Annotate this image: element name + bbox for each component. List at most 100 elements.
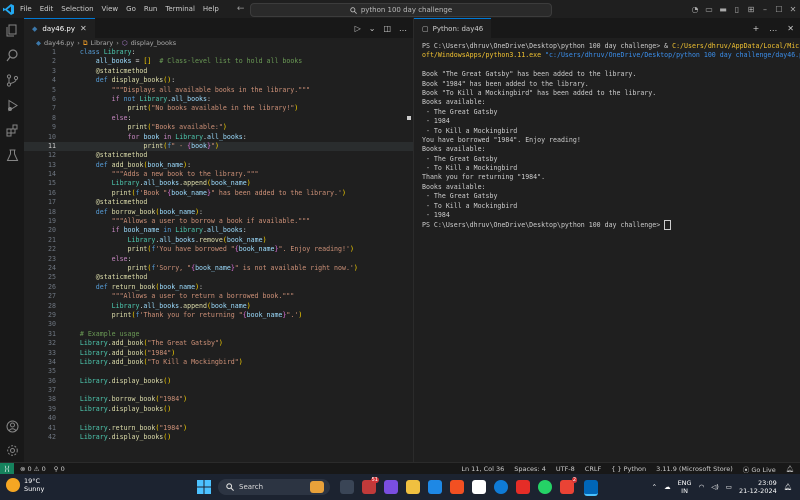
account-icon[interactable] xyxy=(0,414,24,439)
search-icon[interactable] xyxy=(0,43,24,68)
code-line: 6 if not Library.all_books: xyxy=(52,94,211,103)
command-center-search[interactable]: python 100 day challenge xyxy=(250,3,552,17)
notification-badge: 51 xyxy=(370,477,379,483)
python-interpreter[interactable]: 3.11.9 (Microsoft Store) xyxy=(656,465,733,473)
vscode-taskbar-icon[interactable] xyxy=(584,480,598,496)
terminal-tab[interactable]: ▢ Python: day46 xyxy=(414,17,492,39)
breadcrumb-method[interactable]: display_books xyxy=(131,39,177,47)
close-window-button[interactable]: ✕ xyxy=(786,5,800,14)
whatsapp-icon[interactable] xyxy=(538,480,552,494)
terminal-output[interactable]: PS C:\Users\dhruv\OneDrive\Desktop\pytho… xyxy=(422,42,800,231)
onedrive-icon[interactable]: ☁ xyxy=(664,483,671,491)
menu-selection[interactable]: Selection xyxy=(61,5,93,13)
problems-indicator[interactable]: ⊗ 0 ⚠ 0 xyxy=(20,465,46,473)
windows-start-icon[interactable] xyxy=(196,479,212,495)
copilot-app-icon[interactable] xyxy=(384,480,398,494)
remote-indicator-icon[interactable]: ⟩⟨ xyxy=(0,463,14,474)
source-control-icon[interactable] xyxy=(0,68,24,93)
settings-gear-icon[interactable] xyxy=(0,438,24,463)
extensions-icon[interactable] xyxy=(0,118,24,143)
battery-icon[interactable]: ▭ xyxy=(726,483,732,491)
system-tray: ⌃ ☁ ENG IN ◠ ◁) ▭ 23:09 21-12-2024 🔔︎ xyxy=(652,474,792,500)
code-line: 34 Library.add_book("To Kill a Mockingbi… xyxy=(48,357,243,366)
notification-center-icon[interactable]: 🔔︎ xyxy=(784,483,792,491)
show-hidden-icons[interactable]: ⌃ xyxy=(652,483,657,491)
search-label: python 100 day challenge xyxy=(360,6,453,14)
terminal-cursor xyxy=(664,220,672,231)
toggle-secondary-sidebar-icon[interactable]: ▯ xyxy=(730,5,744,14)
more-actions-icon[interactable]: … xyxy=(399,24,407,33)
edge-icon[interactable] xyxy=(494,480,508,494)
weather-widget[interactable]: 19°C Sunny xyxy=(6,477,44,493)
language-mode[interactable]: { } Python xyxy=(611,465,646,473)
tab-day46[interactable]: ◆ day46.py ✕ xyxy=(24,18,95,38)
menu-view[interactable]: View xyxy=(102,5,119,13)
menu-terminal[interactable]: Terminal xyxy=(165,5,195,13)
menu-run[interactable]: Run xyxy=(144,5,157,13)
chrome-icon[interactable] xyxy=(472,480,486,494)
prompt: PS C:\Users\dhruv\OneDrive\Desktop\pytho… xyxy=(422,42,661,50)
microsoft-365-icon[interactable] xyxy=(450,480,464,494)
code-line: 14 """Adds a new book to the library.""" xyxy=(48,170,259,179)
indentation[interactable]: Spaces: 4 xyxy=(514,465,546,473)
menu-edit[interactable]: Edit xyxy=(40,5,54,13)
ports-indicator[interactable]: ⚲ 0 xyxy=(54,465,65,473)
run-python-file-icon[interactable]: ▷ xyxy=(355,24,361,33)
output-line: You have borrowed "1984". Enjoy reading! xyxy=(422,135,581,144)
outlook-icon[interactable] xyxy=(428,480,442,494)
python-exe-path: C:/Users/dhruv/AppData/Local/Micros xyxy=(672,42,800,50)
gmail-icon[interactable]: 2 xyxy=(560,477,577,494)
cursor-position[interactable]: Ln 11, Col 36 xyxy=(461,465,504,473)
notification-badge: 2 xyxy=(571,477,577,483)
task-view-icon[interactable] xyxy=(340,480,354,494)
file-explorer-icon[interactable] xyxy=(406,480,420,494)
new-terminal-icon[interactable]: + xyxy=(753,24,760,33)
taskbar-search[interactable]: Search xyxy=(218,479,330,495)
youtube-icon[interactable] xyxy=(516,480,530,494)
menu-go[interactable]: Go xyxy=(126,5,136,13)
code-editor[interactable]: 1 class Library: 2 all_books = [] # Clas… xyxy=(24,48,413,442)
customize-layout-icon[interactable]: ⊞ xyxy=(744,5,758,14)
explorer-icon[interactable] xyxy=(0,18,24,43)
prompt: PS C:\Users\dhruv\OneDrive\Desktop\pytho… xyxy=(422,221,661,230)
run-debug-icon[interactable] xyxy=(0,93,24,118)
menu-file[interactable]: File xyxy=(20,5,32,13)
menu-help[interactable]: Help xyxy=(203,5,219,13)
volume-icon[interactable]: ◁) xyxy=(711,483,719,491)
copilot-icon[interactable]: ◔ xyxy=(688,5,702,14)
clock[interactable]: 23:09 21-12-2024 xyxy=(739,479,777,495)
wifi-icon[interactable]: ◠ xyxy=(699,483,705,491)
breadcrumb-class[interactable]: Library xyxy=(91,39,114,47)
go-live-button[interactable]: ⦿ Go Live xyxy=(743,464,776,474)
code-line: 1 class Library: xyxy=(52,48,136,56)
input-language[interactable]: ENG IN xyxy=(678,479,692,495)
ports-count: 0 xyxy=(60,464,65,473)
scrollbar-marker[interactable] xyxy=(407,116,411,120)
run-dropdown-icon[interactable]: ⌄ xyxy=(369,24,376,33)
terminal-command-line: PS C:\Users\dhruv\OneDrive\Desktop\pytho… xyxy=(422,42,800,51)
split-editor-icon[interactable]: ◫ xyxy=(383,24,391,33)
testing-icon[interactable] xyxy=(0,143,24,168)
output-line: Book "The Great Gatsby" has been added t… xyxy=(422,70,637,79)
line-endings[interactable]: CRLF xyxy=(585,465,601,473)
region-code: IN xyxy=(681,487,688,495)
toggle-panel-icon[interactable]: ▬ xyxy=(716,5,730,14)
close-panel-icon[interactable]: ✕ xyxy=(787,24,794,33)
breadcrumb-file[interactable]: day46.py xyxy=(44,39,74,47)
more-actions-icon[interactable]: … xyxy=(769,24,777,33)
code-line: 24 print(f'Sorry, "{book_name}" is not a… xyxy=(48,263,358,272)
code-line: 38 Library.borrow_book("1984") xyxy=(48,395,188,404)
minimize-button[interactable]: – xyxy=(758,5,772,14)
output-line: Books available: xyxy=(422,145,486,154)
back-arrow-icon[interactable]: ← xyxy=(237,4,245,14)
notifications-icon[interactable]: 🔔︎ xyxy=(786,465,794,473)
toggle-sidebar-icon[interactable]: ▭ xyxy=(702,5,716,14)
maximize-button[interactable]: ☐ xyxy=(772,5,786,14)
search-label: Search xyxy=(239,483,264,491)
close-tab-icon[interactable]: ✕ xyxy=(80,24,87,33)
encoding[interactable]: UTF-8 xyxy=(556,465,575,473)
app-icon-badge[interactable]: 51 xyxy=(362,477,379,494)
code-line: 40 xyxy=(48,414,56,423)
go-live-label: Go Live xyxy=(751,465,776,474)
code-line: 3 @staticmethod xyxy=(52,66,148,75)
